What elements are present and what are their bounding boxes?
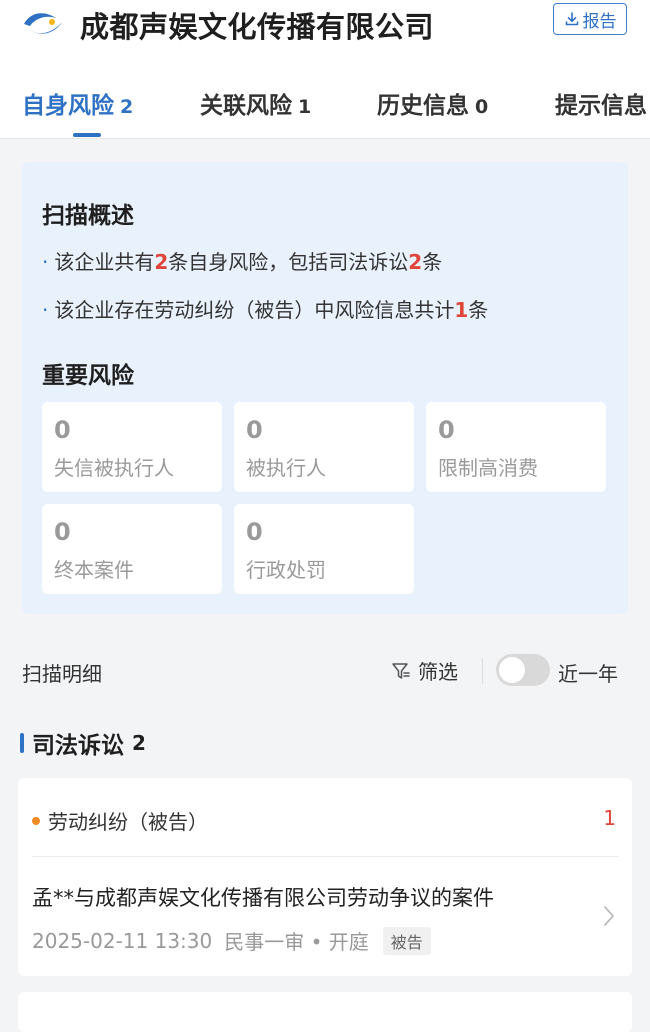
- risk-box-dishonest[interactable]: 0 失信被执行人: [42, 402, 222, 492]
- tab-label: 提示信息: [555, 93, 647, 119]
- scan-summary-title: 扫描概述: [42, 203, 134, 229]
- risk-label: 被执行人: [246, 456, 326, 480]
- summary-count: 2: [408, 250, 423, 274]
- next-case-card[interactable]: [18, 992, 632, 1032]
- recent-year-toggle[interactable]: [496, 654, 550, 686]
- risk-value: 0: [54, 416, 71, 444]
- tab-count: 0: [475, 96, 489, 118]
- important-risk-title: 重要风险: [42, 363, 134, 389]
- scan-detail-bar: 扫描明细 筛选 近一年: [0, 640, 650, 700]
- summary-line: · 该企业共有2条自身风险，包括司法诉讼2条: [42, 246, 442, 275]
- header-bar: 成都声娱文化传播有限公司 报告: [0, 0, 650, 56]
- judicial-section-header: 司法诉讼 2: [20, 728, 146, 759]
- divider: [482, 658, 483, 684]
- risk-box-executed[interactable]: 0 被执行人: [234, 402, 414, 492]
- risk-value: 0: [54, 518, 71, 546]
- filter-button[interactable]: 筛选: [390, 656, 458, 685]
- report-button[interactable]: 报告: [553, 3, 627, 35]
- risk-value: 0: [246, 518, 263, 546]
- tab-count: 1: [298, 96, 312, 118]
- tab-hint-info[interactable]: 提示信息: [555, 86, 647, 120]
- filter-label: 筛选: [418, 660, 458, 684]
- bullet-dot: ·: [42, 298, 49, 322]
- summary-text: 该企业共有: [54, 250, 155, 274]
- severity-dot: [32, 816, 40, 825]
- summary-text: 该企业存在劳动纠纷（被告）中风险信息共计: [54, 298, 455, 322]
- summary-count: 1: [454, 298, 469, 322]
- tab-label: 自身风险: [22, 93, 114, 119]
- risk-value: 0: [246, 416, 263, 444]
- summary-text: 条: [468, 298, 489, 322]
- filter-icon: [392, 662, 410, 679]
- risk-label: 行政处罚: [246, 558, 326, 582]
- case-category-label: 劳动纠纷（被告）: [48, 810, 208, 834]
- summary-text: 条自身风险，包括司法诉讼: [168, 250, 409, 274]
- summary-text: 条: [422, 250, 443, 274]
- report-button-label: 报告: [582, 11, 617, 32]
- risk-label: 限制高消费: [438, 456, 538, 480]
- tab-label: 关联风险: [200, 93, 292, 119]
- scan-summary-card: 扫描概述 · 该企业共有2条自身风险，包括司法诉讼2条 · 该企业存在劳动纠纷（被告…: [22, 162, 628, 614]
- scan-detail-label: 扫描明细: [22, 662, 102, 686]
- case-role-badge: 被告: [382, 926, 431, 955]
- chevron-right-icon[interactable]: [602, 904, 616, 928]
- toggle-knob: [499, 657, 525, 683]
- case-type: 民事一审 • 开庭: [224, 930, 369, 954]
- recent-year-label: 近一年: [558, 662, 618, 686]
- judicial-section-title: 司法诉讼: [32, 733, 124, 759]
- tab-label: 历史信息: [377, 93, 469, 119]
- case-card: 劳动纠纷（被告） 1 孟**与成都声娱文化传播有限公司劳动争议的案件 2025-…: [18, 778, 632, 976]
- risk-box-terminated-case[interactable]: 0 终本案件: [42, 504, 222, 594]
- summary-count: 2: [154, 250, 169, 274]
- active-tab-indicator: [73, 133, 101, 137]
- tab-count: 2: [120, 96, 134, 118]
- risk-tabs: 自身风险 2 关联风险 1 历史信息 0 提示信息: [0, 56, 650, 139]
- summary-line: · 该企业存在劳动纠纷（被告）中风险信息共计1条: [42, 294, 488, 323]
- tab-self-risk[interactable]: 自身风险 2: [22, 86, 133, 120]
- case-category-count: 1: [603, 806, 616, 830]
- risk-label: 失信被执行人: [54, 456, 174, 480]
- risk-box-admin-penalty[interactable]: 0 行政处罚: [234, 504, 414, 594]
- bullet-dot: ·: [42, 250, 49, 274]
- divider: [32, 856, 618, 857]
- company-logo-icon: [24, 13, 62, 34]
- tab-history-info[interactable]: 历史信息 0: [377, 86, 488, 120]
- case-date: 2025-02-11 13:30: [32, 928, 213, 953]
- case-meta: 2025-02-11 13:30 民事一审 • 开庭 被告: [32, 926, 431, 955]
- tab-related-risk[interactable]: 关联风险 1: [200, 86, 311, 120]
- company-title: 成都声娱文化传播有限公司: [80, 10, 435, 44]
- risk-box-consumption-limit[interactable]: 0 限制高消费: [426, 402, 606, 492]
- case-title[interactable]: 孟**与成都声娱文化传播有限公司劳动争议的案件: [32, 882, 494, 912]
- risk-label: 终本案件: [54, 558, 134, 582]
- section-accent-bar: [20, 733, 24, 753]
- download-icon: [565, 12, 578, 26]
- case-category: 劳动纠纷（被告）: [32, 806, 208, 835]
- judicial-section-count: 2: [132, 731, 146, 755]
- risk-value: 0: [438, 416, 455, 444]
